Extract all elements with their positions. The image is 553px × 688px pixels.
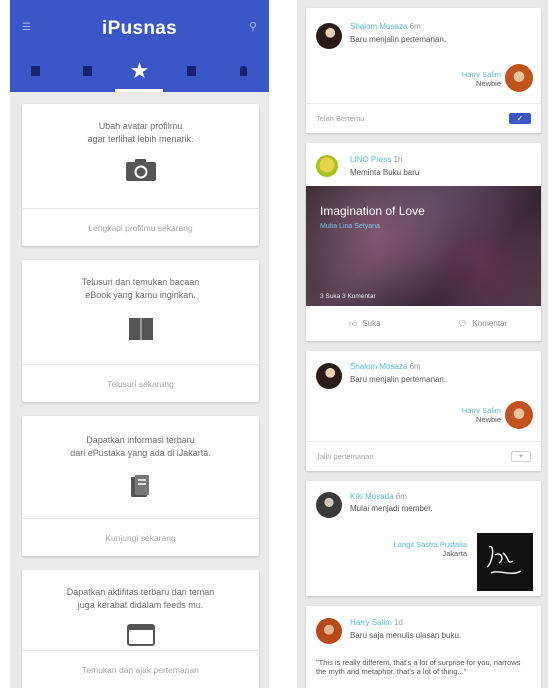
reaction-bar: 👍︎ Suka 💬︎ Komentar <box>306 306 541 341</box>
friend-info: Harry Salim Newbie <box>462 406 501 424</box>
tab-bookmarks[interactable] <box>68 50 108 92</box>
thumbs-up-icon: 👍︎ <box>348 318 358 328</box>
bookmark-icon <box>83 66 93 76</box>
card-description: Dapatkan informasi terbaru dari ePustaka… <box>70 435 211 458</box>
camera-icon <box>125 159 156 181</box>
add-friend-button[interactable]: + <box>511 451 531 462</box>
feed-item-membership: Kiki Mosada 6m Mulai menjadi member. Lan… <box>306 481 541 596</box>
post-time: 1h <box>393 155 403 164</box>
bag-icon <box>186 66 196 76</box>
card-description: Ubah avatar profilmu agar terlihat lebih… <box>87 121 194 144</box>
avatar[interactable] <box>316 618 342 644</box>
browse-now-link[interactable]: Telusuri sekarang <box>22 364 259 402</box>
feed-user-name[interactable]: Harry Salim 1d <box>350 618 403 627</box>
like-label: Suka <box>362 319 381 328</box>
feed-user-name[interactable]: Shalom Mosaza 6m <box>350 22 421 31</box>
star-icon: ★ <box>129 58 150 83</box>
tab-feeds[interactable]: ★ <box>115 50 164 92</box>
card-description: Dapatkan aktifitas terbaru dari teman ju… <box>66 587 215 610</box>
user-name[interactable]: Kiki Mosada <box>350 492 394 501</box>
book-author[interactable]: Mutia Lina Setyana <box>320 223 380 230</box>
post-time: 6m <box>409 22 421 31</box>
feed-action-text: Baru menjalin pertemanan. <box>350 375 447 384</box>
feed-user-name[interactable]: Kiki Mosada 6m <box>350 492 407 501</box>
tab-bar: ★ <box>10 50 269 92</box>
library-info: Langit Sastra Pustaka Jakarta <box>394 540 467 558</box>
user-name[interactable]: Shalom Mosaza <box>350 362 407 371</box>
library-name[interactable]: Langit Sastra Pustaka <box>394 540 467 549</box>
friend-name[interactable]: Harry Salim <box>462 406 501 415</box>
feed-item-friendship: Shalom Mosaza 6m Baru menjalin pertemana… <box>306 351 541 471</box>
profile-avatar-card: Ubah avatar profilmu agar terlihat lebih… <box>22 104 259 246</box>
friendship-status: Telah Bertemu <box>316 114 365 123</box>
comment-label: Komentar <box>472 319 508 328</box>
comment-button[interactable]: 💬︎ Komentar <box>424 306 542 341</box>
feed-action-text: Meminta Buku baru <box>350 168 420 177</box>
card-footer: Telah Bertemu ✓ <box>306 103 541 133</box>
avatar[interactable] <box>505 64 533 92</box>
post-time: 6m <box>409 362 421 371</box>
signature-logo-icon <box>486 545 522 574</box>
right-phone-screen: Shalom Mosaza 6m Baru menjalin pertemana… <box>297 0 548 688</box>
tab-shelf[interactable] <box>171 50 211 92</box>
book-meta: 3 Suka 3 Komentar <box>320 293 376 300</box>
feed-item-friendship: Shalom Mosaza 6m Baru menjalin pertemana… <box>306 8 541 133</box>
tab-home[interactable] <box>16 50 56 92</box>
friend-status: Newbie <box>475 415 501 424</box>
find-friends-link[interactable]: Temukan dan ajak pertemanan <box>22 650 259 688</box>
feed-item-review: Harry Salim 1d Baru saja menulis ulasan … <box>306 606 541 688</box>
bell-icon <box>239 66 247 76</box>
card-footer: Jalin pertemanan + <box>306 441 541 471</box>
tab-notifications[interactable] <box>223 50 263 92</box>
friend-info: Harry Salim Newbie <box>462 70 501 88</box>
avatar[interactable] <box>316 492 342 518</box>
like-button[interactable]: 👍︎ Suka <box>306 306 424 341</box>
app-title: iPusnas <box>102 18 177 39</box>
library-logo[interactable] <box>477 533 533 591</box>
user-name[interactable]: LINO Press <box>350 155 391 164</box>
visit-now-link[interactable]: Kunjungi sekarang <box>22 518 259 556</box>
epustaka-info-card: Dapatkan informasi terbaru dari ePustaka… <box>22 416 259 556</box>
open-book-icon <box>128 318 153 340</box>
avatar[interactable] <box>316 155 338 177</box>
search-icon[interactable]: ⚲ <box>249 20 257 33</box>
browser-window-icon <box>126 624 155 646</box>
user-name[interactable]: Shalom Mosaza <box>350 22 407 31</box>
feed-user-name[interactable]: Shalom Mosaza 6m <box>350 362 421 371</box>
comment-icon: 💬︎ <box>457 319 468 328</box>
friend-status: Newbie <box>475 79 501 88</box>
feed-item-book: LINO Press 1h Meminta Buku baru Imaginat… <box>306 143 541 341</box>
library-icon <box>130 475 149 497</box>
book-title[interactable]: Imagination of Love <box>320 204 425 218</box>
complete-profile-link[interactable]: Lengkapi profilmu sekarang <box>22 208 259 246</box>
book-cover[interactable]: Imagination of Love Mutia Lina Setyana 3… <box>306 186 541 306</box>
left-phone-screen: ☰ iPusnas ⚲ ★ Ubah avatar profilmu agar … <box>10 0 269 688</box>
feed-action-text: Baru saja menulis ulasan buku. <box>350 631 462 640</box>
browse-ebooks-card: Telusuri dan temukan bacaan eBook yang k… <box>22 260 259 402</box>
avatar[interactable] <box>505 401 533 429</box>
review-quote[interactable]: "This is really different, that's a lot … <box>316 658 531 676</box>
user-name[interactable]: Harry Salim <box>350 618 392 627</box>
friend-name[interactable]: Harry Salim <box>462 70 501 79</box>
feed-action-text: Mulai menjadi member. <box>350 504 433 513</box>
confirmed-button[interactable]: ✓ <box>509 113 531 124</box>
card-description: Telusuri dan temukan bacaan eBook yang k… <box>81 277 200 300</box>
friendship-action: Jalin pertemanan <box>316 452 374 461</box>
friends-feed-card: Dapatkan aktifitas terbaru dari teman ju… <box>22 570 259 688</box>
avatar[interactable] <box>316 363 342 389</box>
library-city: Jakarta <box>442 549 467 558</box>
app-bar: ☰ iPusnas ⚲ ★ <box>10 0 269 92</box>
post-time: 6m <box>395 492 407 501</box>
feed-user-name[interactable]: LINO Press 1h <box>350 155 402 164</box>
grid-icon <box>31 66 41 76</box>
feed-action-text: Baru menjalin pertemanan. <box>350 35 447 44</box>
post-time: 1d <box>394 618 403 627</box>
avatar[interactable] <box>316 23 342 49</box>
